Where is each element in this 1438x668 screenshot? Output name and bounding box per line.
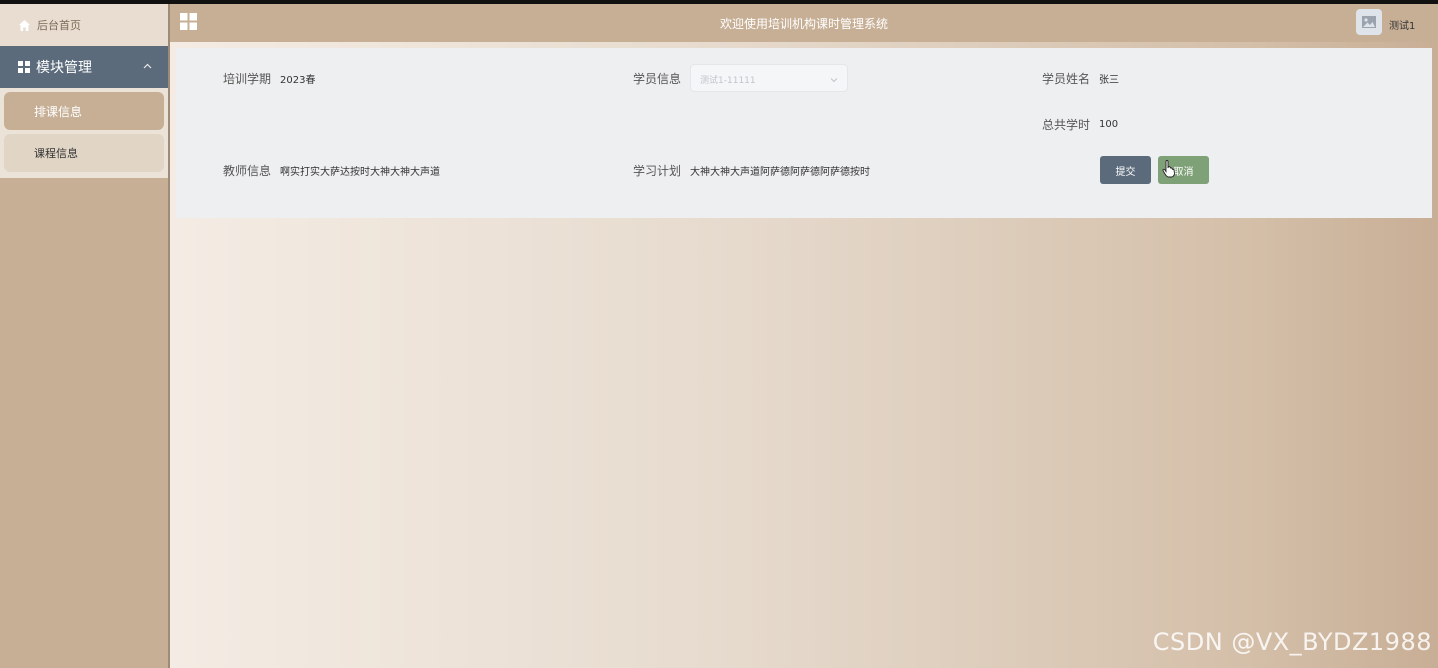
field-term: 培训学期 2023春 — [223, 70, 315, 87]
student-name-label: 学员姓名 — [1042, 72, 1091, 86]
page-title: 欢迎使用培训机构课时管理系统 — [719, 17, 888, 31]
student-name-value: 张三 — [1099, 75, 1120, 86]
chevron-down-icon — [830, 73, 838, 83]
sidebar-item-home-label: 后台首页 — [37, 19, 81, 32]
sidebar-item-label: 排课信息 — [34, 104, 83, 119]
schedule-form: 培训学期 2023春 学员信息 测试1-11111 学员姓名 张三 总共学时 1… — [176, 48, 1432, 218]
sidebar-item-label: 课程信息 — [34, 147, 78, 160]
username[interactable]: 测试1 — [1389, 17, 1415, 32]
sidebar-section-module-management[interactable]: 模块管理 — [0, 46, 168, 88]
total-hours-label: 总共学时 — [1042, 118, 1091, 132]
study-plan-value: 大神大神大声道阿萨德阿萨德阿萨德按时 — [690, 167, 871, 178]
field-total-hours: 总共学时 100 — [1042, 116, 1118, 133]
sidebar-item-home[interactable]: 后台首页 — [0, 4, 168, 46]
sidebar: 后台首页 模块管理 排课信息 课程信息 — [0, 4, 170, 668]
image-icon — [1362, 16, 1376, 28]
field-study-plan: 学习计划 大神大神大声道阿萨德阿萨德阿萨德按时 — [633, 162, 870, 179]
top-header: 欢迎使用培训机构课时管理系统 测试1 — [170, 4, 1438, 42]
field-student-name: 学员姓名 张三 — [1042, 70, 1119, 87]
submit-button[interactable]: 提交 — [1100, 156, 1151, 184]
total-hours-value: 100 — [1099, 119, 1119, 130]
home-icon — [18, 19, 31, 32]
student-info-value: 测试1-11111 — [700, 76, 756, 86]
field-teacher: 教师信息 啊实打实大萨达按时大神大神大声道 — [223, 162, 440, 179]
grid-icon — [18, 61, 30, 73]
sidebar-submenu: 排课信息 课程信息 — [0, 88, 168, 178]
student-info-select[interactable]: 测试1-11111 — [690, 64, 849, 92]
sidebar-item-schedule-info[interactable]: 排课信息 — [4, 92, 164, 130]
avatar[interactable] — [1356, 9, 1382, 35]
student-info-label: 学员信息 — [633, 71, 682, 86]
term-label: 培训学期 — [223, 72, 272, 86]
sidebar-item-course-info[interactable]: 课程信息 — [4, 134, 164, 172]
study-plan-label: 学习计划 — [633, 164, 682, 178]
term-value: 2023春 — [280, 75, 316, 86]
teacher-value: 啊实打实大萨达按时大神大神大声道 — [280, 167, 441, 178]
field-student-info: 学员信息 测试1-11111 — [633, 64, 849, 92]
chevron-up-icon[interactable] — [143, 59, 152, 72]
watermark: CSDN @VX_BYDZ1988 — [1152, 628, 1432, 656]
hand-cursor-icon — [1162, 160, 1176, 178]
sidebar-section-label: 模块管理 — [36, 60, 92, 76]
main-content: 培训学期 2023春 学员信息 测试1-11111 学员姓名 张三 总共学时 1… — [170, 42, 1438, 668]
teacher-label: 教师信息 — [223, 164, 272, 178]
